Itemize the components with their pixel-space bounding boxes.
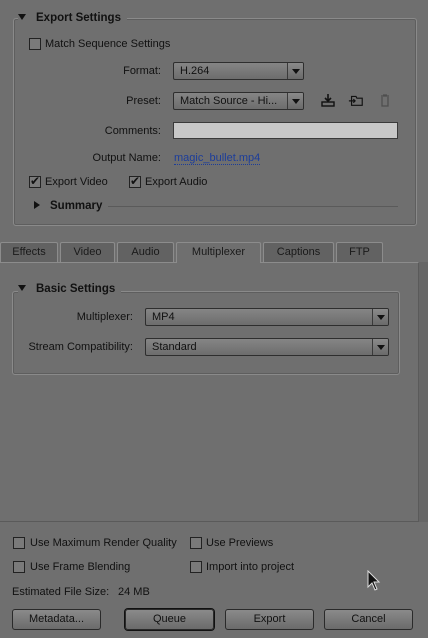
output-name-link[interactable]: magic_bullet.mp4 (174, 152, 261, 165)
chevron-down-icon (372, 339, 388, 355)
summary-title: Summary (50, 200, 103, 212)
comments-field[interactable] (173, 122, 398, 139)
summary-divider (100, 206, 398, 207)
export-video-checkbox[interactable] (29, 174, 41, 188)
preset-label: Preset: (126, 95, 161, 107)
import-project-label: Import into project (206, 561, 295, 573)
tab-label: Audio (131, 246, 160, 258)
mouse-cursor-icon (367, 570, 381, 591)
tab-effects[interactable]: Effects (0, 242, 58, 262)
format-select[interactable]: H.264 (173, 62, 304, 80)
use-previews-checkbox[interactable] (190, 537, 202, 549)
tab-label: Multiplexer (191, 246, 246, 258)
tab-video[interactable]: Video (60, 242, 115, 262)
max-render-quality-label: Use Maximum Render Quality (30, 537, 177, 549)
expand-triangle-icon (34, 201, 40, 209)
tab-ftp[interactable]: FTP (336, 242, 383, 262)
stream-compatibility-label: Stream Compatibility: (28, 341, 133, 353)
export-button[interactable]: Export (225, 609, 314, 630)
stream-compatibility-value: Standard (152, 341, 197, 353)
preset-select[interactable]: Match Source - Hi... (173, 92, 304, 110)
comments-label: Comments: (104, 125, 161, 137)
tab-captions[interactable]: Captions (263, 242, 334, 262)
basic-settings-header[interactable]: Basic Settings (18, 283, 122, 295)
tab-label: FTP (349, 246, 370, 258)
chevron-down-icon (287, 63, 303, 79)
tab-label: Video (73, 246, 102, 258)
use-previews-label: Use Previews (206, 537, 274, 549)
chevron-down-icon (287, 93, 303, 109)
file-size-value: 24 MB (118, 586, 150, 598)
preset-value: Match Source - Hi... (180, 95, 278, 107)
export-audio-label: Export Audio (145, 176, 208, 188)
multiplexer-value: MP4 (152, 311, 175, 323)
tab-multiplexer[interactable]: Multiplexer (176, 242, 261, 263)
format-value: H.264 (180, 65, 210, 77)
basic-settings-title: Basic Settings (36, 283, 116, 295)
export-settings-title: Export Settings (36, 12, 121, 24)
export-video-label: Export Video (45, 176, 108, 188)
cancel-button[interactable]: Cancel (324, 609, 413, 630)
import-project-checkbox[interactable] (190, 561, 202, 573)
frame-blending-label: Use Frame Blending (30, 561, 131, 573)
cancel-label: Cancel (351, 613, 386, 625)
frame-blending-checkbox[interactable] (13, 561, 25, 573)
queue-label: Queue (152, 613, 187, 625)
import-preset-icon[interactable] (348, 92, 364, 108)
metadata-label: Metadata... (28, 613, 85, 625)
multiplexer-select[interactable]: MP4 (145, 308, 389, 326)
max-render-quality-checkbox[interactable] (13, 537, 25, 549)
save-preset-icon[interactable] (320, 92, 336, 108)
basic-settings-panel (12, 291, 400, 375)
chevron-down-icon (372, 309, 388, 325)
collapse-triangle-icon (18, 285, 26, 291)
match-sequence-label: Match Sequence Settings (45, 38, 171, 50)
output-name-label: Output Name: (92, 152, 161, 164)
scrollbar-track[interactable] (419, 262, 428, 522)
collapse-triangle-icon (18, 14, 26, 20)
stream-compatibility-select[interactable]: Standard (145, 338, 389, 356)
summary-header[interactable]: Summary (34, 200, 109, 212)
export-settings-header[interactable]: Export Settings (18, 12, 127, 24)
multiplexer-label: Multiplexer: (76, 311, 133, 323)
export-audio-checkbox[interactable] (129, 174, 141, 188)
metadata-button[interactable]: Metadata... (12, 609, 101, 630)
queue-button[interactable]: Queue (125, 609, 214, 630)
match-sequence-checkbox[interactable] (29, 38, 41, 50)
file-size-label: Estimated File Size: (12, 586, 110, 598)
export-label: Export (253, 613, 286, 625)
format-label: Format: (123, 65, 161, 77)
tab-audio[interactable]: Audio (117, 242, 174, 262)
tab-label: Captions (276, 246, 321, 258)
delete-preset-icon[interactable] (377, 92, 393, 108)
tab-label: Effects (12, 246, 46, 258)
